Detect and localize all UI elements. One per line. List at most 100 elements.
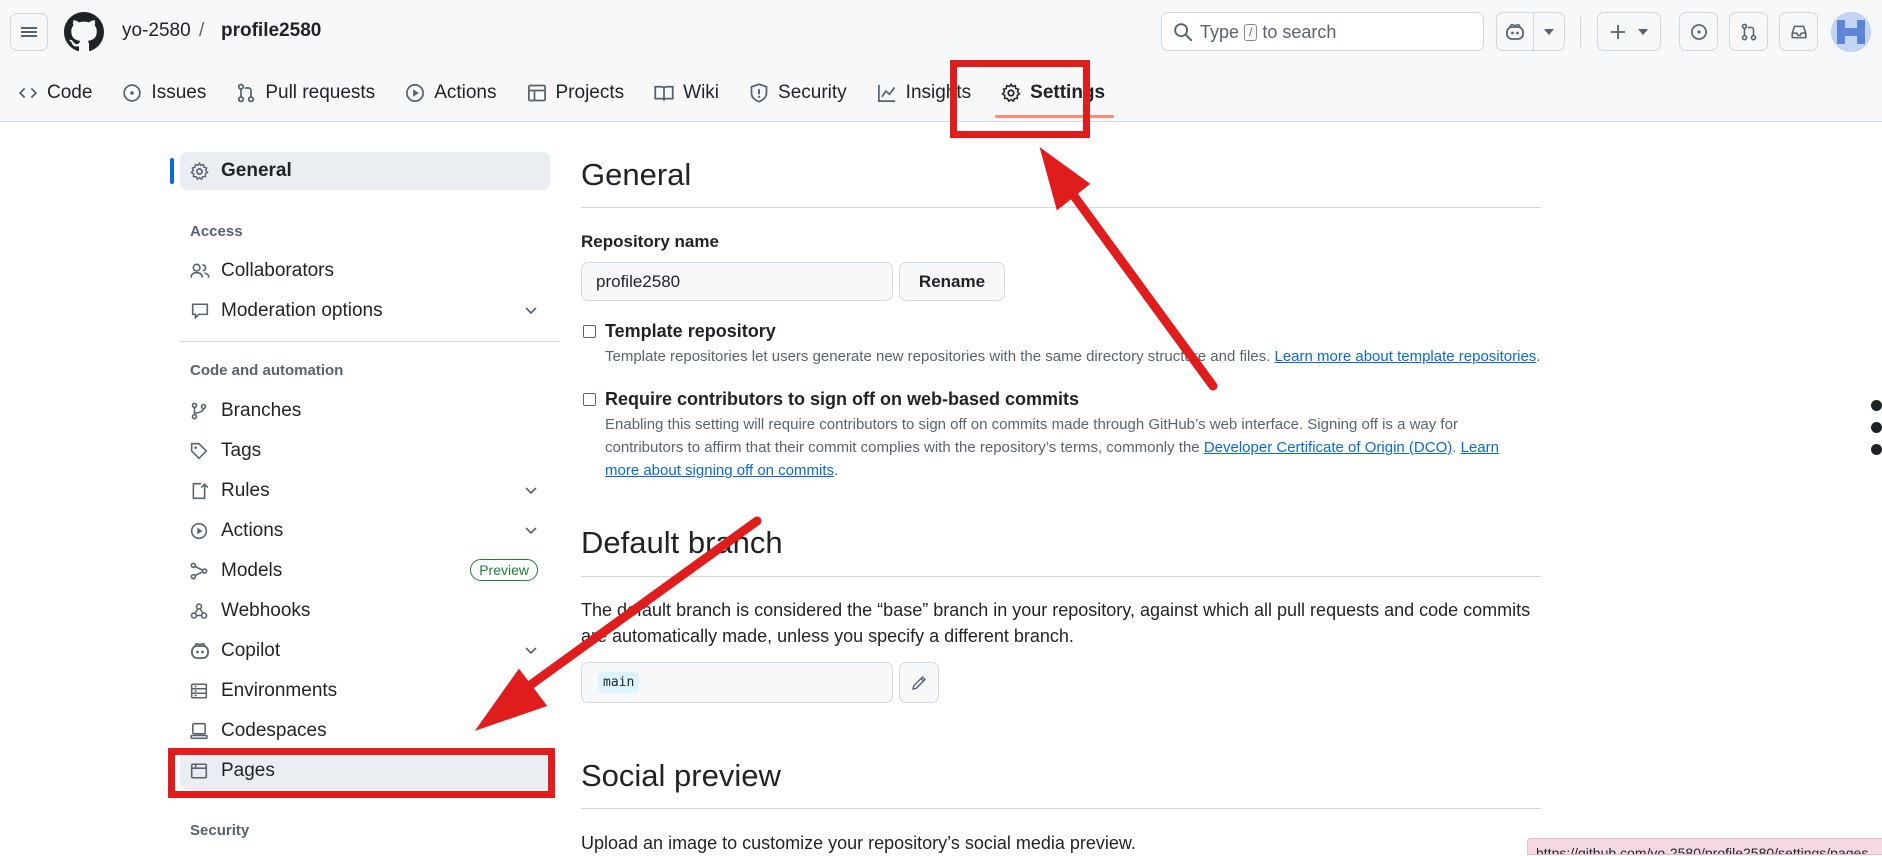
section-divider bbox=[581, 207, 1541, 208]
social-preview-title: Social preview bbox=[581, 758, 781, 793]
repo-header: yo-2580 / profile2580 Type / to search C… bbox=[0, 0, 1882, 122]
repo-name-label: Repository name bbox=[581, 232, 719, 251]
breadcrumb-separator: / bbox=[199, 20, 205, 41]
chevron-down-icon bbox=[525, 527, 537, 535]
code-icon bbox=[18, 87, 38, 99]
github-logo-icon[interactable] bbox=[64, 12, 104, 52]
branch-name-chip: main bbox=[598, 672, 640, 693]
book-icon bbox=[654, 85, 674, 101]
tab-actions[interactable]: Actions bbox=[405, 78, 509, 108]
search-input[interactable]: Type / to search bbox=[1161, 12, 1484, 51]
sidebar-item-copilot[interactable]: Copilot bbox=[180, 632, 550, 670]
sidebar-item-moderation[interactable]: Moderation options bbox=[180, 292, 550, 330]
tab-projects[interactable]: Projects bbox=[527, 78, 638, 108]
signoff-desc-text-2: contributors to affirm that their commit… bbox=[605, 439, 1200, 456]
models-icon bbox=[190, 562, 208, 580]
hamburger-icon bbox=[21, 25, 37, 39]
signoff-checkbox[interactable] bbox=[583, 393, 596, 406]
report-icon bbox=[191, 303, 209, 320]
graph-icon bbox=[877, 84, 895, 102]
pages-item-highlight-box bbox=[168, 748, 555, 798]
sidebar-item-general[interactable]: General bbox=[170, 152, 550, 190]
tab-label: Projects bbox=[555, 82, 625, 103]
sidebar-item-tags[interactable]: Tags bbox=[180, 432, 550, 470]
pull-request-icon bbox=[238, 83, 255, 103]
sidebar-item-label: Codespaces bbox=[221, 720, 327, 741]
inbox-icon bbox=[1790, 25, 1807, 38]
tab-label: Pull requests bbox=[265, 82, 376, 103]
sidebar-item-actions[interactable]: Actions bbox=[180, 512, 550, 550]
tab-security[interactable]: Security bbox=[749, 78, 860, 108]
repo-push-icon bbox=[192, 482, 208, 500]
table-icon bbox=[527, 84, 546, 102]
play-icon bbox=[190, 522, 208, 540]
more-options-icon[interactable] bbox=[1871, 400, 1882, 466]
tag-icon bbox=[190, 442, 208, 460]
sidebar-heading-access: Access bbox=[190, 223, 243, 240]
codespaces-icon bbox=[190, 722, 208, 740]
sidebar-item-label: Environments bbox=[221, 680, 338, 701]
sidebar-heading-code: Code and automation bbox=[190, 362, 344, 379]
shield-icon bbox=[750, 83, 768, 103]
rename-button[interactable]: Rename bbox=[899, 262, 1005, 301]
breadcrumb-owner[interactable]: yo-2580 bbox=[122, 20, 191, 42]
issues-button[interactable] bbox=[1679, 12, 1718, 51]
sidebar-item-collaborators[interactable]: Collaborators bbox=[180, 252, 550, 290]
tab-label: Wiki bbox=[683, 82, 720, 103]
sidebar-item-codespaces[interactable]: Codespaces bbox=[180, 712, 550, 750]
sidebar-item-label: Actions bbox=[221, 520, 284, 541]
tab-code[interactable]: Code bbox=[18, 78, 105, 108]
signoff-description: Enabling this setting will require contr… bbox=[605, 416, 1499, 479]
sidebar-item-label: Moderation options bbox=[221, 300, 383, 321]
issue-icon bbox=[1690, 23, 1707, 40]
dco-link[interactable]: Developer Certificate of Origin (DCO) bbox=[1204, 439, 1452, 456]
triangle-down-icon bbox=[1544, 28, 1554, 35]
page-title: General bbox=[581, 157, 692, 192]
branch-icon bbox=[191, 402, 207, 420]
sidebar-item-models[interactable]: Models Preview bbox=[180, 552, 550, 590]
template-desc-text: Template repositories let users generate… bbox=[605, 348, 1271, 365]
breadcrumb-repo[interactable]: profile2580 bbox=[221, 20, 321, 42]
sidebar-item-environments[interactable]: Environments bbox=[180, 672, 550, 710]
tab-label: Issues bbox=[151, 82, 207, 103]
server-icon bbox=[190, 683, 208, 699]
sidebar-item-label: Webhooks bbox=[221, 600, 311, 621]
template-learn-more-link[interactable]: Learn more about template repositories bbox=[1274, 348, 1536, 365]
copilot-dropdown-button[interactable] bbox=[1533, 12, 1565, 51]
settings-tab-highlight-box bbox=[950, 60, 1090, 138]
people-icon bbox=[190, 263, 210, 278]
tab-issues[interactable]: Issues bbox=[122, 78, 219, 108]
tab-pull-requests[interactable]: Pull requests bbox=[236, 78, 388, 108]
sidebar-item-label: Branches bbox=[221, 400, 302, 421]
issue-icon bbox=[123, 84, 142, 102]
create-new-button[interactable] bbox=[1597, 12, 1661, 51]
avatar[interactable] bbox=[1831, 12, 1871, 52]
inbox-button[interactable] bbox=[1779, 12, 1818, 51]
tab-label: Actions bbox=[434, 82, 497, 103]
social-preview-description: Upload an image to customize your reposi… bbox=[581, 833, 1136, 853]
pull-request-icon bbox=[1741, 23, 1756, 40]
header-divider bbox=[1580, 17, 1581, 47]
menu-button[interactable] bbox=[10, 13, 48, 51]
sidebar-item-rules[interactable]: Rules bbox=[180, 472, 550, 510]
search-shortcut-key: / bbox=[1244, 24, 1258, 41]
tab-wiki[interactable]: Wiki bbox=[654, 78, 732, 108]
search-placeholder-suffix: to search bbox=[1262, 22, 1337, 42]
template-repository-checkbox[interactable] bbox=[583, 325, 596, 338]
default-branch-title: Default branch bbox=[581, 525, 783, 560]
repo-name-input[interactable] bbox=[581, 262, 893, 301]
tab-label: Code bbox=[47, 82, 93, 103]
signoff-learn-link-1[interactable]: Learn bbox=[1461, 439, 1499, 456]
sidebar-item-branches[interactable]: Branches bbox=[180, 392, 550, 430]
section-divider bbox=[581, 576, 1541, 577]
signoff-learn-link-2[interactable]: more about signing off on commits bbox=[605, 462, 834, 479]
default-branch-field: main bbox=[581, 662, 893, 703]
copilot-button[interactable] bbox=[1496, 12, 1534, 51]
edit-branch-button[interactable] bbox=[899, 662, 939, 703]
tab-label: Security bbox=[778, 82, 847, 103]
pull-requests-button[interactable] bbox=[1729, 12, 1768, 51]
search-icon bbox=[1174, 23, 1193, 42]
chevron-down-icon bbox=[525, 487, 537, 495]
preview-badge: Preview bbox=[470, 559, 538, 581]
sidebar-item-webhooks[interactable]: Webhooks bbox=[180, 592, 550, 630]
